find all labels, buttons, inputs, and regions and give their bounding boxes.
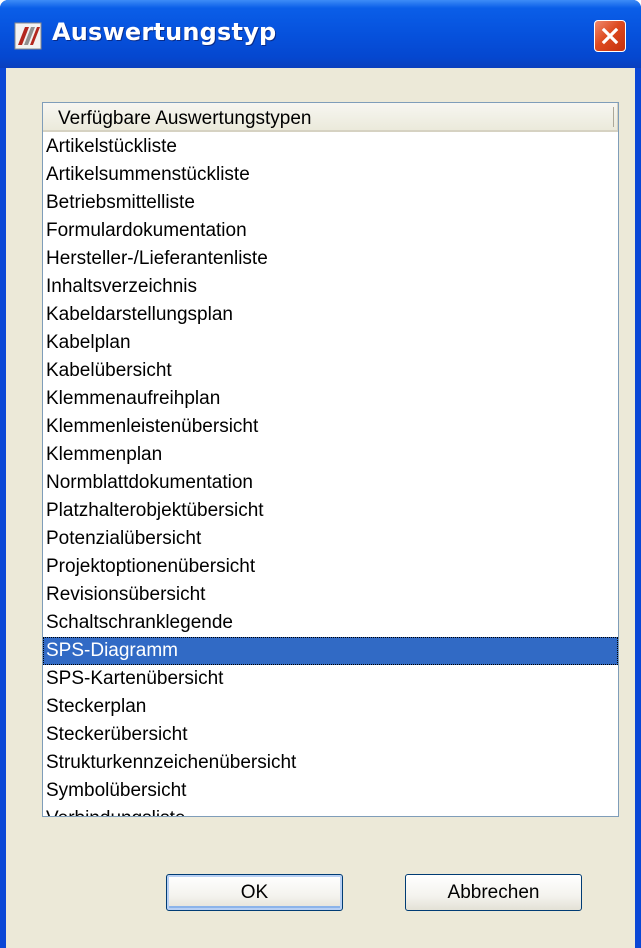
list-item[interactable]: Kabelübersicht bbox=[43, 357, 618, 385]
list-item[interactable]: Artikelstückliste bbox=[43, 133, 618, 161]
list-item[interactable]: Projektoptionenübersicht bbox=[43, 553, 618, 581]
list-item[interactable]: Kabelplan bbox=[43, 329, 618, 357]
list-item[interactable]: Hersteller-/Lieferantenliste bbox=[43, 245, 618, 273]
list-item[interactable]: Artikelsummenstückliste bbox=[43, 161, 618, 189]
list-item[interactable]: Steckerplan bbox=[43, 693, 618, 721]
cancel-button[interactable]: Abbrechen bbox=[405, 874, 582, 911]
ok-button[interactable]: OK bbox=[166, 874, 343, 911]
list-item[interactable]: Platzhalterobjektübersicht bbox=[43, 497, 618, 525]
list-item[interactable]: SPS-Kartenübersicht bbox=[43, 665, 618, 693]
list-item[interactable]: Schaltschranklegende bbox=[43, 609, 618, 637]
list-header-label: Verfügbare Auswertungstypen bbox=[58, 108, 312, 129]
window-title: Auswertungstyp bbox=[52, 18, 277, 46]
list-item[interactable]: Kabeldarstellungsplan bbox=[43, 301, 618, 329]
close-icon bbox=[601, 27, 619, 45]
evaluation-type-list[interactable]: Verfügbare Auswertungstypen Artikelstück… bbox=[42, 102, 619, 817]
app-logo-icon bbox=[14, 22, 42, 50]
list-item[interactable]: Verbindungsliste bbox=[43, 805, 618, 816]
list-item[interactable]: Klemmenplan bbox=[43, 441, 618, 469]
list-item[interactable]: Inhaltsverzeichnis bbox=[43, 273, 618, 301]
list-item[interactable]: Potenzialübersicht bbox=[43, 525, 618, 553]
list-item[interactable]: Formulardokumentation bbox=[43, 217, 618, 245]
list-item[interactable]: Strukturkennzeichenübersicht bbox=[43, 749, 618, 777]
dialog-body: Verfügbare Auswertungstypen Artikelstück… bbox=[6, 68, 635, 948]
list-item[interactable]: Revisionsübersicht bbox=[43, 581, 618, 609]
header-divider bbox=[613, 107, 614, 127]
list-column-header[interactable]: Verfügbare Auswertungstypen bbox=[43, 103, 618, 132]
list-item-selected[interactable]: SPS-Diagramm bbox=[43, 637, 618, 665]
title-bar[interactable]: Auswertungstyp bbox=[0, 0, 641, 68]
list-item[interactable]: Betriebsmittelliste bbox=[43, 189, 618, 217]
list-item[interactable]: Normblattdokumentation bbox=[43, 469, 618, 497]
list-item[interactable]: Klemmenleistenübersicht bbox=[43, 413, 618, 441]
dialog-window: Auswertungstyp Verfügbare Auswertungstyp… bbox=[0, 0, 641, 948]
close-button[interactable] bbox=[594, 20, 626, 52]
list-item[interactable]: Steckerübersicht bbox=[43, 721, 618, 749]
list-item[interactable]: Symbolübersicht bbox=[43, 777, 618, 805]
list-items: Artikelstückliste Artikelsummenstücklist… bbox=[43, 133, 618, 816]
list-item[interactable]: Klemmenaufreihplan bbox=[43, 385, 618, 413]
